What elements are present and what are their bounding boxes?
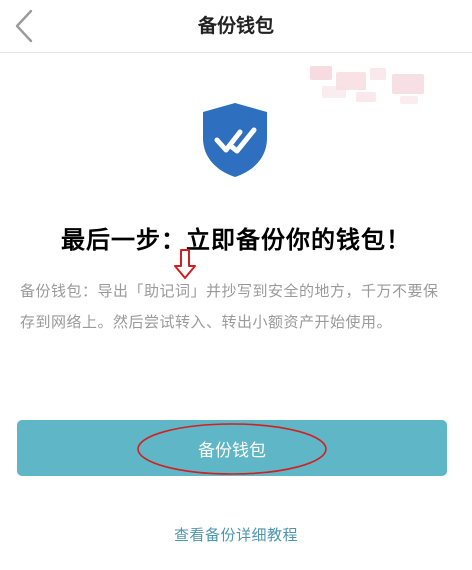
backup-tutorial-link[interactable]: 查看备份详细教程 — [0, 524, 472, 545]
nav-bar: 备份钱包 — [0, 0, 472, 53]
backup-description: 备份钱包：导出「助记词」并抄写到安全的地方，千万不要保存到网络上。然后尝试转入、… — [20, 282, 439, 331]
page-title: 备份钱包 — [197, 15, 274, 37]
shield-check-icon — [203, 103, 267, 177]
backup-wallet-button-label: 备份钱包 — [198, 440, 266, 461]
backup-wallet-screen: 备份钱包 最后一步：立即备份你的钱包！ 备份钱包：导出「助记词」并抄写到安全的地… — [0, 0, 472, 570]
headline: 最后一步：立即备份你的钱包！ — [61, 226, 411, 254]
blurred-region — [296, 62, 446, 108]
backup-wallet-button[interactable]: 备份钱包 — [17, 420, 447, 476]
